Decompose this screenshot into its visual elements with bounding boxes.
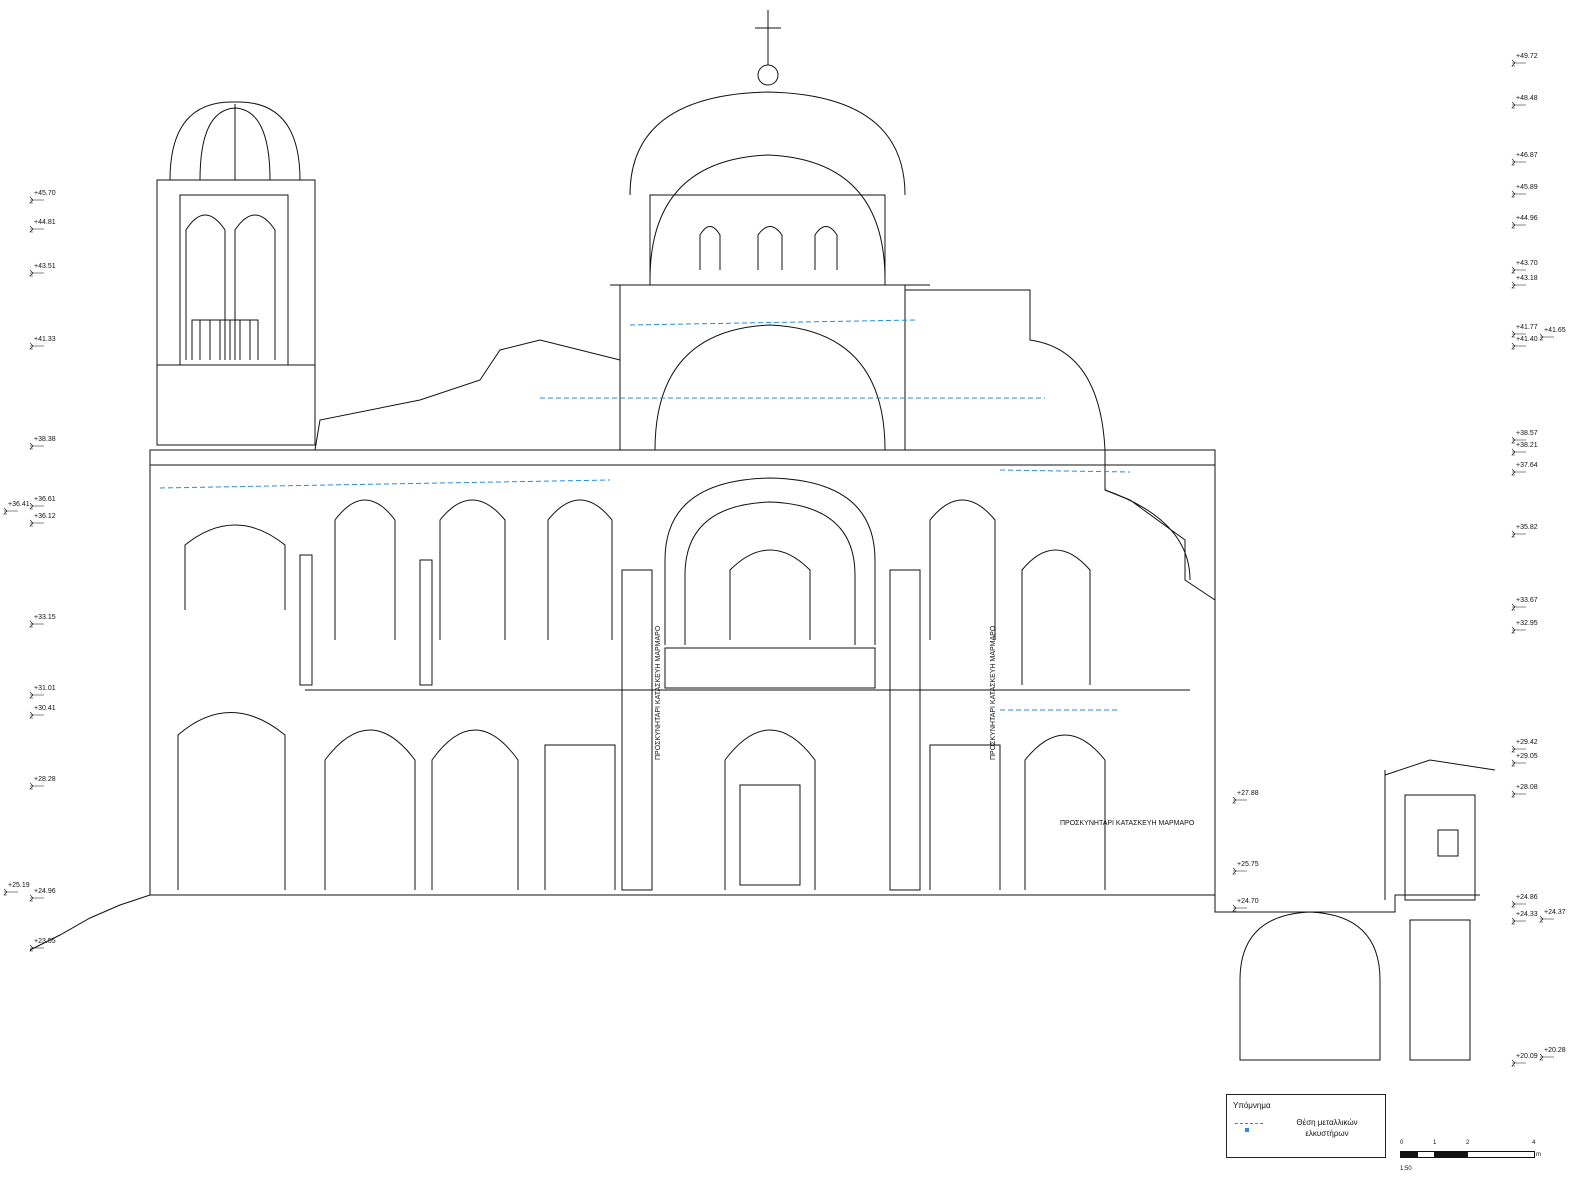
level-marker-symbol	[29, 711, 44, 719]
level-marker-symbol	[1511, 1059, 1526, 1067]
scale-unit: m	[1536, 1152, 1541, 1158]
level-label-left: +25.19	[8, 882, 30, 889]
level-marker-symbol	[1539, 915, 1554, 923]
scale-segment	[1434, 1151, 1468, 1158]
level-marker-symbol	[1539, 1053, 1554, 1061]
legend-title: Υπόμνημα	[1233, 1101, 1271, 1110]
level-marker-symbol	[29, 442, 44, 450]
level-label-left: +28.28	[34, 776, 56, 783]
scale-segment	[1467, 1151, 1535, 1158]
level-label-left: +31.01	[34, 685, 56, 692]
level-label-mid: +25.75	[1237, 861, 1259, 868]
level-marker-symbol	[1511, 790, 1526, 798]
level-label-left: +41.33	[34, 336, 56, 343]
level-marker-symbol	[1511, 221, 1526, 229]
level-label-right: +41.65	[1544, 327, 1566, 334]
level-marker-symbol	[29, 894, 44, 902]
level-label-left: +24.96	[34, 888, 56, 895]
level-marker-symbol	[1511, 745, 1526, 753]
level-marker-symbol	[1511, 468, 1526, 476]
level-label-left: +43.51	[34, 263, 56, 270]
level-label-right: +35.82	[1516, 524, 1538, 531]
legend-item-label: Θέση μεταλλικών ελκυστήρων	[1296, 1118, 1358, 1138]
level-marker-symbol	[29, 502, 44, 510]
level-label-right: +24.33	[1516, 911, 1538, 918]
level-label-left: +44.81	[34, 219, 56, 226]
level-label-left: +23.55	[34, 938, 56, 945]
level-marker-symbol	[29, 782, 44, 790]
scale-tick: 2	[1466, 1140, 1470, 1146]
level-marker-symbol	[1232, 867, 1247, 875]
level-marker-symbol	[1511, 342, 1526, 350]
level-marker-symbol	[29, 342, 44, 350]
level-label-right: +32.95	[1516, 620, 1538, 627]
level-marker-symbol	[1232, 796, 1247, 804]
level-label-mid: +27.88	[1237, 790, 1259, 797]
level-label-right: +38.57	[1516, 430, 1538, 437]
level-label-right: +20.09	[1516, 1053, 1538, 1060]
level-label-mid: +24.70	[1237, 898, 1259, 905]
scale-tick: 0	[1400, 1140, 1404, 1146]
level-marker-symbol	[1511, 448, 1526, 456]
level-label-right: +33.67	[1516, 597, 1538, 604]
level-marker-symbol	[1511, 158, 1526, 166]
level-label-right: +44.96	[1516, 215, 1538, 222]
scale-bar: 0 1 2 4 m 1:50	[1400, 1140, 1542, 1180]
level-marker-symbol	[1511, 266, 1526, 274]
scale-ratio: 1:50	[1400, 1166, 1412, 1172]
level-label-left: +36.41	[8, 501, 30, 508]
level-label-right: +24.86	[1516, 894, 1538, 901]
level-label-right: +41.77	[1516, 324, 1538, 331]
level-marker-symbol	[1511, 101, 1526, 109]
level-marker-symbol	[29, 620, 44, 628]
level-label-right: +43.70	[1516, 260, 1538, 267]
legend-box: Υπόμνημα Θέση μεταλλικών ελκυστήρων	[1226, 1094, 1386, 1158]
level-label-right: +48.48	[1516, 95, 1538, 102]
level-marker-symbol	[1511, 190, 1526, 198]
level-label-right: +49.72	[1516, 53, 1538, 60]
level-label-right: +29.42	[1516, 739, 1538, 746]
level-marker-symbol	[1511, 917, 1526, 925]
level-marker-symbol	[1511, 900, 1526, 908]
level-marker-symbol	[29, 519, 44, 527]
scale-tick: 1	[1433, 1140, 1437, 1146]
level-label-right: +45.89	[1516, 184, 1538, 191]
level-marker-symbol	[29, 225, 44, 233]
level-markers: +45.70 +44.81 +43.51 +41.33 +38.38 +36.61 +36.…	[3, 53, 1566, 1067]
scale-tick: 4	[1532, 1140, 1536, 1146]
level-label-left: +36.12	[34, 513, 56, 520]
level-label-right: +38.21	[1516, 442, 1538, 449]
level-label-right: +46.87	[1516, 152, 1538, 159]
level-marker-symbol	[3, 888, 18, 896]
level-marker-symbol	[1539, 333, 1554, 341]
level-label-left: +33.15	[34, 614, 56, 621]
level-marker-symbol	[3, 507, 18, 515]
level-label-left: +45.70	[34, 190, 56, 197]
level-marker-symbol	[29, 269, 44, 277]
scale-segment	[1417, 1151, 1435, 1158]
level-marker-symbol	[29, 691, 44, 699]
level-marker-symbol	[1511, 530, 1526, 538]
level-label-left: +38.38	[34, 436, 56, 443]
level-marker-symbol	[1511, 59, 1526, 67]
level-label-right: +37.64	[1516, 462, 1538, 469]
legend-tie-rod-line	[1235, 1123, 1263, 1124]
level-label-right: +20.28	[1544, 1047, 1566, 1054]
level-label-right: +28.08	[1516, 784, 1538, 791]
level-label-left: +36.61	[34, 496, 56, 503]
level-label-right: +24.37	[1544, 909, 1566, 916]
level-marker-symbol	[1511, 759, 1526, 767]
legend-tie-rod-marker	[1245, 1128, 1249, 1132]
level-label-left: +30.41	[34, 705, 56, 712]
level-marker-symbol	[1511, 603, 1526, 611]
level-label-right: +43.18	[1516, 275, 1538, 282]
level-marker-symbol	[29, 196, 44, 204]
scale-segment	[1400, 1151, 1418, 1158]
level-marker-symbol	[1511, 281, 1526, 289]
level-label-right: +29.05	[1516, 753, 1538, 760]
level-marker-symbol	[1232, 904, 1247, 912]
level-marker-symbol	[29, 944, 44, 952]
level-marker-symbol	[1511, 626, 1526, 634]
level-label-right: +41.40	[1516, 336, 1538, 343]
